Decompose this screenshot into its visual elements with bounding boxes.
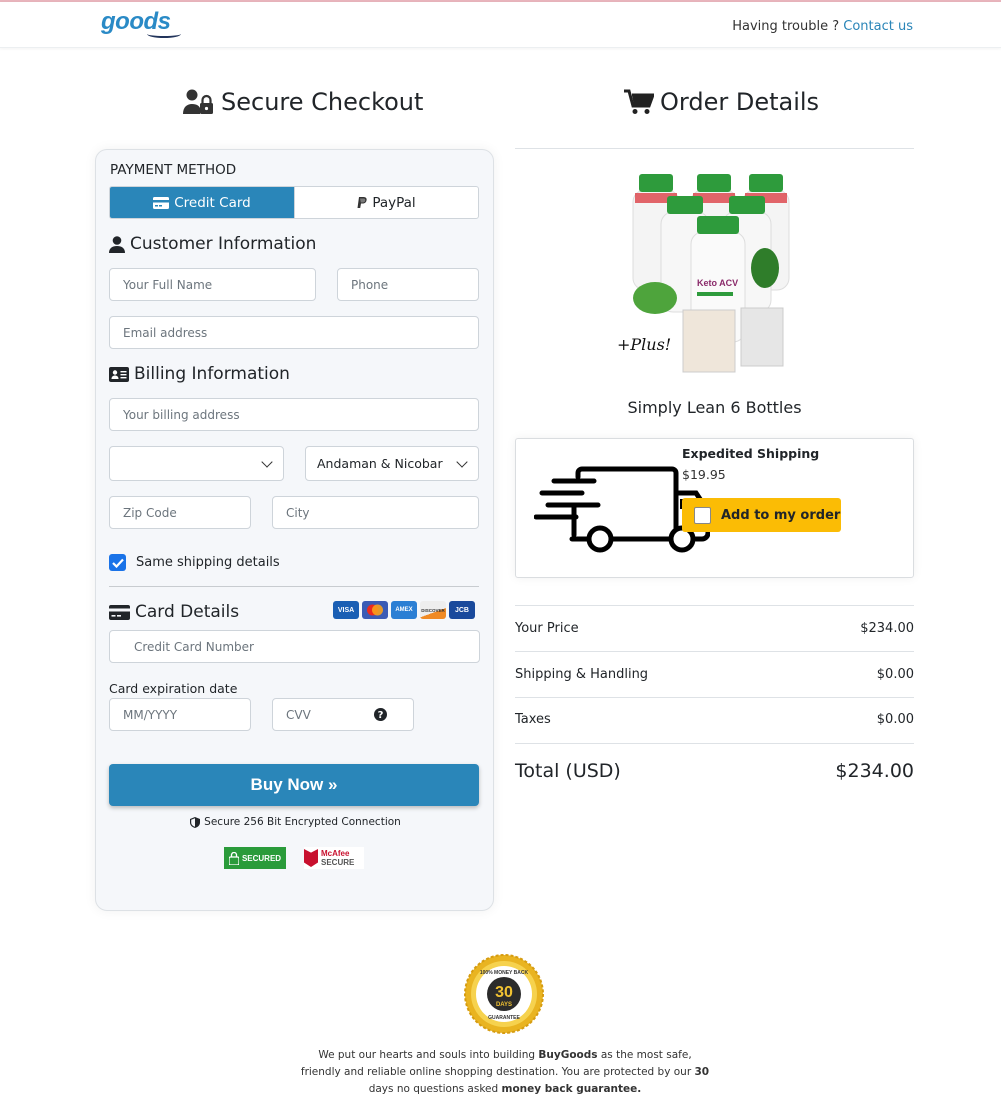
phone-input[interactable]: Phone [337,268,479,301]
chevron-down-icon [456,455,468,468]
contact-us-link[interactable]: Contact us [843,19,913,34]
billing-address-input[interactable]: Your billing address [109,398,479,431]
expiry-input[interactable]: MM/YYYY [109,698,251,731]
address-card-icon [109,366,129,382]
checkout-form-panel: PAYMENT METHOD Credit Card PayPal Custom… [95,149,494,911]
help-text: Having trouble ? Contact us [732,19,913,34]
leaf [633,282,677,314]
logo-smile-icon [147,30,181,38]
ebook [740,307,784,367]
shipping-upsell-title: Expedited Shipping [682,446,820,461]
divider [109,586,479,587]
trustguard-secured-badge: SECURED [224,847,286,869]
buy-now-button[interactable]: Buy Now » [109,764,479,806]
svg-text:Keto ACV: Keto ACV [697,278,738,288]
summary-row-shipping: Shipping & Handling $0.00 [515,667,914,682]
country-select[interactable] [109,446,284,481]
svg-text:?: ? [378,710,384,721]
svg-text:DAYS: DAYS [496,1002,512,1008]
cvv-input[interactable]: CVV ? [272,698,414,731]
tab-paypal[interactable]: PayPal [294,187,478,218]
divider [515,148,914,149]
email-input[interactable]: Email address [109,316,479,349]
card-number-input[interactable]: Credit Card Number [109,630,480,663]
payment-method-label: PAYMENT METHOD [110,162,237,178]
money-back-guarantee-seal: 30 DAYS 100% MONEY BACK GUARANTEE [464,954,544,1034]
mcafee-shield-icon [304,849,318,867]
product-name: Simply Lean 6 Bottles [627,398,802,417]
chevron-down-icon [261,455,273,468]
add-to-order-checkbox[interactable] [694,506,711,524]
mastercard-icon [362,601,388,619]
visa-icon: VISA [333,601,359,619]
credit-card-icon [153,196,170,209]
payment-method-tabs: Credit Card PayPal [109,186,479,219]
jcb-icon: JCB [449,601,475,619]
mcafee-secure-badge: McAfee SECURE [304,847,364,869]
svg-text:GUARANTEE: GUARANTEE [488,1015,520,1021]
tab-credit-card[interactable]: Credit Card [110,187,294,218]
card-details-heading: Card Details [109,602,239,622]
product-image: Keto ACV +Plus! [617,174,790,373]
order-details-heading: Order Details [624,88,819,116]
question-circle-icon[interactable]: ? [374,708,387,721]
state-select[interactable]: Andaman & Nicobar [305,446,479,481]
summary-row-total: Total (USD) $234.00 [515,760,914,782]
security-badges: SECURED McAfee SECURE [224,847,364,869]
full-name-input[interactable]: Your Full Name [109,268,316,301]
divider [515,697,914,698]
customer-information-heading: Customer Information [109,234,316,254]
checkmark-icon [111,558,124,568]
expedited-shipping-upsell: Expedited Shipping $19.95 Add to my orde… [515,438,914,578]
divider [515,743,914,744]
svg-text:100% MONEY BACK: 100% MONEY BACK [480,970,529,976]
discover-icon: DISCOVER [420,601,446,619]
padlock-icon [228,851,239,865]
leaf [751,248,779,288]
add-to-order-button[interactable]: Add to my order [682,498,841,532]
summary-row-price: Your Price $234.00 [515,621,914,636]
shopping-cart-icon [624,89,654,114]
credit-card-icon [109,604,130,620]
ebook [682,309,736,373]
expiration-date-label: Card expiration date [109,681,238,696]
billing-information-heading: Billing Information [109,364,290,384]
amex-icon: AMEX [391,601,417,619]
site-header: buygoods Having trouble ? Contact us [0,2,1001,664]
plus-text: +Plus! [617,335,671,354]
secure-connection-note: Secure 256 Bit Encrypted Connection [96,816,495,828]
same-shipping-checkbox[interactable] [109,554,126,571]
paypal-icon [357,196,367,208]
divider [515,605,914,606]
divider [515,651,914,652]
user-icon [109,235,125,253]
zip-code-input[interactable]: Zip Code [109,496,251,529]
user-lock-icon [183,89,213,114]
same-shipping-checkbox-row[interactable]: Same shipping details [109,554,280,571]
secure-checkout-heading: Secure Checkout [183,88,423,116]
accepted-cards: VISA AMEX DISCOVER JCB [333,601,475,619]
city-input[interactable]: City [272,496,479,529]
guarantee-text: We put our hearts and souls into buildin… [300,1049,710,1095]
shield-icon [190,816,201,828]
summary-row-taxes: Taxes $0.00 [515,712,914,727]
shipping-upsell-price: $19.95 [682,467,726,482]
svg-text:30: 30 [495,984,513,1001]
